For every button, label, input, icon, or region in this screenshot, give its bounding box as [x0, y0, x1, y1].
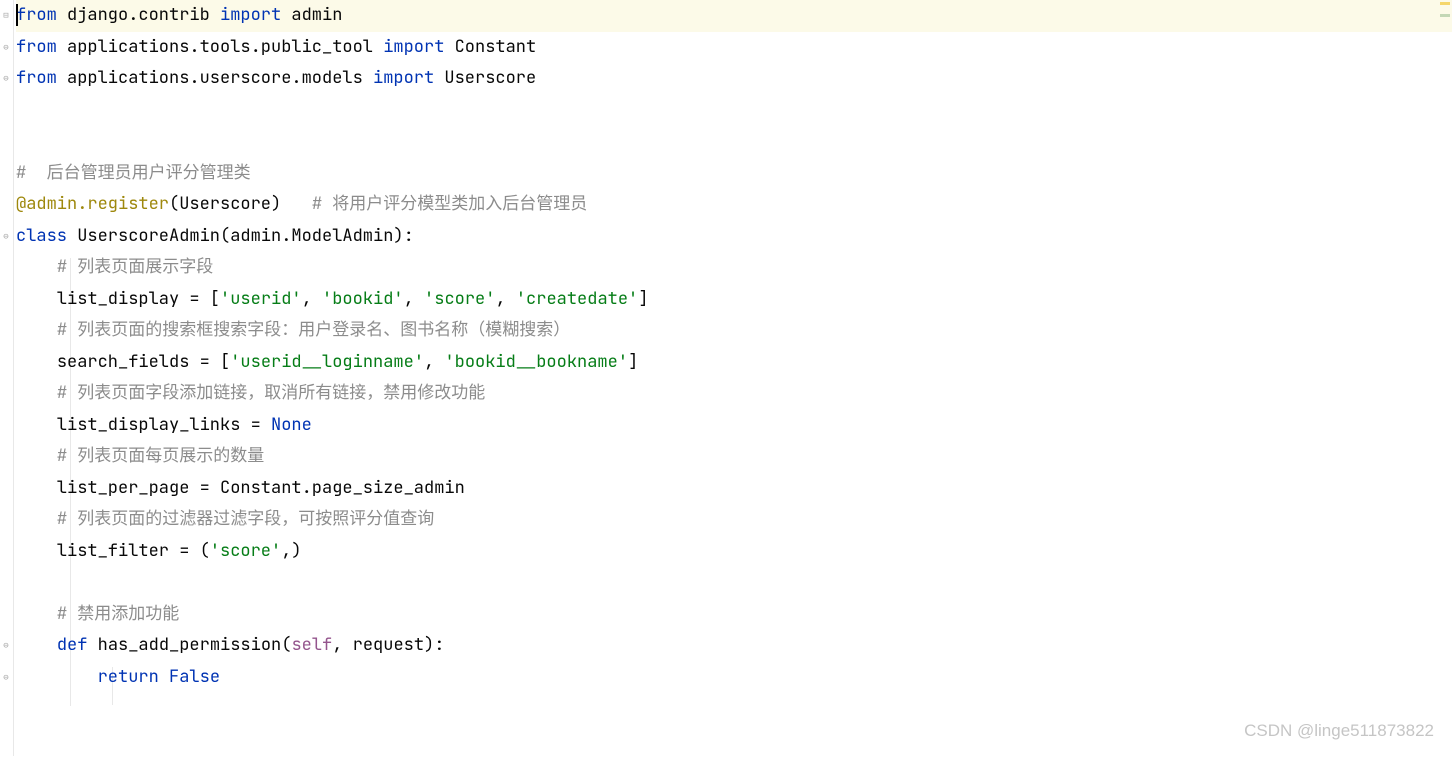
- code-token: ]: [638, 288, 648, 310]
- code-token: # 列表页面展示字段: [57, 256, 213, 278]
- code-token: 'bookid': [322, 288, 404, 310]
- code-token: 'userid__loginname': [230, 351, 424, 373]
- code-token: 'userid': [220, 288, 302, 310]
- code-line[interactable]: list_filter = ('score',): [16, 536, 1452, 568]
- code-token: list_display = [: [57, 288, 220, 310]
- code-token: def: [57, 634, 98, 656]
- code-line[interactable]: # 列表页面每页展示的数量: [16, 441, 1452, 473]
- scrollbar-marker[interactable]: [1440, 2, 1450, 5]
- code-token: False: [169, 666, 220, 688]
- code-line[interactable]: from applications.tools.public_tool impo…: [16, 32, 1452, 64]
- code-line[interactable]: # 后台管理员用户评分管理类: [16, 158, 1452, 190]
- text-caret: [16, 4, 18, 26]
- code-token: 'bookid__bookname': [444, 351, 628, 373]
- code-token: applications.userscore.models: [67, 67, 373, 89]
- code-line[interactable]: # 列表页面的搜索框搜索字段：用户登录名、图书名称（模糊搜索）: [16, 315, 1452, 347]
- code-token: ,): [281, 540, 301, 562]
- code-token: list_per_page = Constant.page_size_admin: [57, 477, 465, 499]
- code-token: ,: [424, 351, 444, 373]
- code-editor[interactable]: ⊟⊖⊖⊖⊖⊖ from django.contrib import adminf…: [0, 0, 1452, 756]
- code-token: ,: [302, 288, 322, 310]
- code-line[interactable]: @admin.register(Userscore) # 将用户评分模型类加入后…: [16, 189, 1452, 221]
- code-token: ]: [628, 351, 638, 373]
- code-token: # 列表页面的搜索框搜索字段：用户登录名、图书名称（模糊搜索）: [57, 319, 570, 341]
- code-token: Constant: [455, 36, 537, 58]
- watermark-text: CSDN @linge511873822: [1244, 715, 1434, 747]
- code-token: from: [16, 4, 67, 26]
- code-token: , request):: [332, 634, 444, 656]
- code-token: (Userscore): [169, 193, 312, 215]
- code-line[interactable]: [16, 126, 1452, 158]
- code-token: # 禁用添加功能: [57, 603, 179, 625]
- code-token: applications.tools.public_tool: [67, 36, 383, 58]
- code-line[interactable]: class UserscoreAdmin(admin.ModelAdmin):: [16, 221, 1452, 253]
- code-line[interactable]: from django.contrib import admin: [16, 0, 1452, 32]
- code-token: 'score': [424, 288, 495, 310]
- code-line[interactable]: # 列表页面展示字段: [16, 252, 1452, 284]
- code-line[interactable]: list_per_page = Constant.page_size_admin: [16, 473, 1452, 505]
- fold-icon[interactable]: ⊖: [1, 640, 11, 650]
- code-area[interactable]: from django.contrib import adminfrom app…: [14, 0, 1452, 756]
- code-token: list_filter = (: [57, 540, 210, 562]
- code-line[interactable]: search_fields = ['userid__loginname', 'b…: [16, 347, 1452, 379]
- fold-icon[interactable]: ⊖: [1, 672, 11, 682]
- code-token: 'createdate': [516, 288, 638, 310]
- code-token: django.contrib: [67, 4, 220, 26]
- code-token: 'score': [210, 540, 281, 562]
- code-token: None: [271, 414, 312, 436]
- code-line[interactable]: [16, 693, 1452, 725]
- code-token: import: [220, 4, 291, 26]
- code-token: # 后台管理员用户评分管理类: [16, 162, 251, 184]
- code-token: class: [16, 225, 77, 247]
- code-token: UserscoreAdmin(admin.ModelAdmin):: [77, 225, 414, 247]
- scrollbar-marker[interactable]: [1440, 14, 1450, 17]
- fold-icon[interactable]: ⊖: [1, 231, 11, 241]
- code-token: ,: [495, 288, 515, 310]
- code-token: has_add_permission(: [98, 634, 292, 656]
- code-token: @admin.register: [16, 193, 169, 215]
- code-token: # 将用户评分模型类加入后台管理员: [312, 193, 587, 215]
- fold-icon[interactable]: ⊖: [1, 73, 11, 83]
- code-line[interactable]: [16, 95, 1452, 127]
- code-token: # 列表页面字段添加链接，取消所有链接，禁用修改功能: [57, 382, 485, 404]
- code-token: return: [98, 666, 169, 688]
- fold-icon[interactable]: ⊖: [1, 42, 11, 52]
- code-token: import: [383, 36, 454, 58]
- code-token: from: [16, 36, 67, 58]
- code-token: from: [16, 67, 67, 89]
- code-token: admin: [291, 4, 342, 26]
- code-line[interactable]: list_display_links = None: [16, 410, 1452, 442]
- code-line[interactable]: list_display = ['userid', 'bookid', 'sco…: [16, 284, 1452, 316]
- code-token: # 列表页面的过滤器过滤字段，可按照评分值查询: [57, 508, 434, 530]
- code-token: self: [291, 634, 332, 656]
- code-line[interactable]: # 列表页面的过滤器过滤字段，可按照评分值查询: [16, 504, 1452, 536]
- code-token: ,: [404, 288, 424, 310]
- code-line[interactable]: [16, 725, 1452, 757]
- code-line[interactable]: def has_add_permission(self, request):: [16, 630, 1452, 662]
- code-token: # 列表页面每页展示的数量: [57, 445, 264, 467]
- scrollbar-track[interactable]: [1438, 0, 1452, 756]
- code-token: list_display_links =: [57, 414, 271, 436]
- editor-gutter: ⊟ ⊖ ⊖ ⊖ ⊖ ⊖: [0, 0, 14, 756]
- code-token: import: [373, 67, 444, 89]
- code-line[interactable]: return False: [16, 662, 1452, 694]
- fold-icon[interactable]: ⊟: [1, 10, 11, 20]
- code-line[interactable]: from applications.userscore.models impor…: [16, 63, 1452, 95]
- code-line[interactable]: [16, 567, 1452, 599]
- code-token: search_fields = [: [57, 351, 230, 373]
- code-token: Userscore: [444, 67, 536, 89]
- code-line[interactable]: # 禁用添加功能: [16, 599, 1452, 631]
- code-line[interactable]: # 列表页面字段添加链接，取消所有链接，禁用修改功能: [16, 378, 1452, 410]
